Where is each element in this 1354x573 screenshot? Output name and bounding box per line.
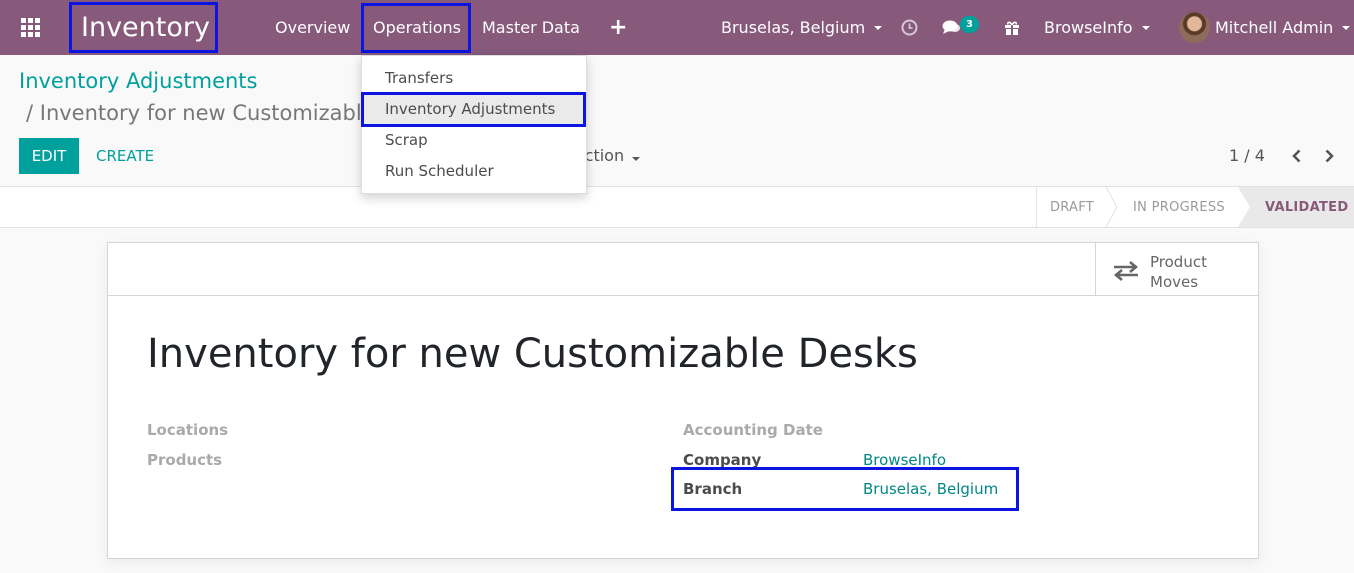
product-moves-label: Product Moves [1150,252,1240,292]
messages-icon[interactable] [942,0,962,55]
plus-icon[interactable]: + [609,0,627,55]
gift-icon[interactable] [1004,0,1020,55]
menu-item-transfers[interactable]: Transfers [362,63,586,93]
record-title: Inventory for new Customizable Desks [147,331,918,377]
product-moves-button[interactable]: Product Moves [1095,243,1258,296]
top-navbar: Inventory Overview Operations Master Dat… [0,0,1354,55]
form-sheet: Product Moves Inventory for new Customiz… [107,242,1259,559]
chevron-down-icon [874,25,883,30]
menu-master-data[interactable]: Master Data [482,0,580,55]
chevron-down-icon [1342,25,1351,30]
menu-item-scrap[interactable]: Scrap [362,125,586,155]
smart-button-box: Product Moves [108,243,1258,296]
apps-menu-icon[interactable] [18,0,42,55]
company-switcher-label: BrowseInfo [1044,18,1133,37]
stage-arrow-divider [1238,187,1250,227]
chevron-down-icon [632,157,641,161]
stage-arrow-divider [1105,187,1118,227]
branch-switcher-label: Bruselas, Belgium [721,18,866,37]
products-label: Products [147,451,223,469]
branch-link[interactable]: Bruselas, Belgium [863,480,998,498]
branch-switcher[interactable]: Bruselas, Belgium [721,0,883,55]
activity-clock-icon[interactable] [901,0,918,55]
locations-label: Locations [147,421,229,439]
menu-operations[interactable]: Operations [373,0,461,55]
messages-count-badge: 3 [960,16,979,33]
create-button[interactable]: CREATE [87,138,163,174]
product-moves-line2: Moves [1150,273,1199,291]
user-menu[interactable]: Mitchell Admin [1215,0,1351,55]
product-moves-line1: Product [1150,253,1207,271]
menu-overview[interactable]: Overview [275,0,350,55]
user-avatar[interactable] [1179,12,1210,43]
inventory-adjustments-highlight-box [361,92,586,127]
accounting-date-label: Accounting Date [683,421,823,439]
stage-in-progress: IN PROGRESS [1133,199,1225,215]
chevron-right-icon[interactable] [1321,148,1337,164]
stage-validated: VALIDATED [1238,187,1354,227]
edit-button[interactable]: EDIT [19,138,79,174]
chevron-down-icon [1141,25,1150,30]
breadcrumb-parent-link[interactable]: Inventory Adjustments [19,69,258,93]
pager-value[interactable]: 1 / 4 [1229,146,1265,165]
transfer-arrows-icon [1113,261,1139,281]
app-name[interactable]: Inventory [69,2,218,53]
chevron-left-icon[interactable] [1289,148,1305,164]
branch-label: Branch [683,480,743,498]
menu-item-run-scheduler[interactable]: Run Scheduler [362,156,586,186]
user-name: Mitchell Admin [1215,18,1334,37]
stage-draft: DRAFT [1049,199,1095,215]
company-switcher[interactable]: BrowseInfo [1044,0,1150,55]
status-bar: DRAFT IN PROGRESS VALIDATED [0,187,1354,228]
